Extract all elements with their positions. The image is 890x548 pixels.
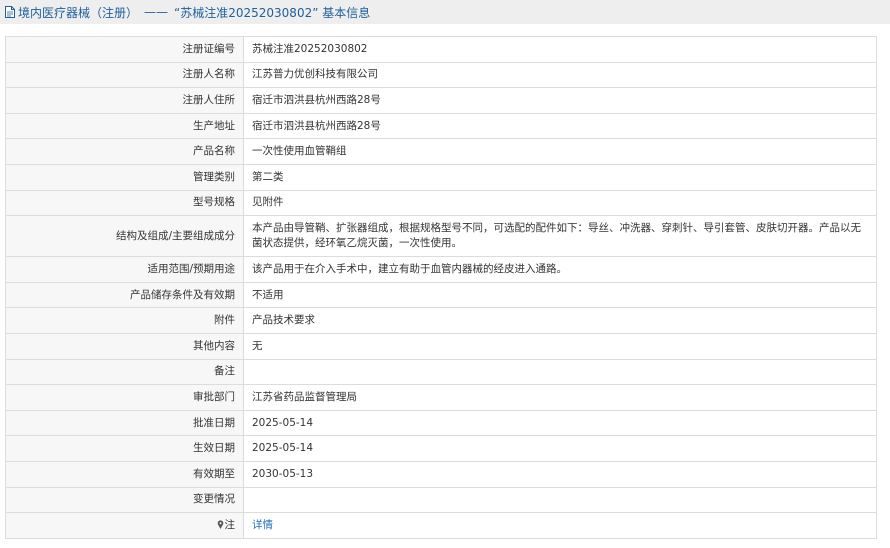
row-value: 产品技术要求 [243,307,877,334]
row-label: 变更情况 [5,486,244,514]
table-row: 备注 [5,358,877,386]
table-row: 注册人住所 宿迁市泗洪县杭州西路28号 [5,87,877,114]
row-label: 附件 [5,307,244,334]
row-value [243,358,877,386]
row-value: 江苏省药品监督管理局 [243,384,877,411]
table-row: 产品储存条件及有效期 不适用 [5,281,877,309]
row-label: 审批部门 [5,384,244,411]
table-row: 有效期至 2030-05-13 [5,460,877,488]
row-label: 有效期至 [5,460,244,488]
row-label: 注册证编号 [5,36,244,63]
table-row: 注 详情 [5,512,877,539]
row-label: 生产地址 [5,112,244,140]
document-icon [5,6,15,18]
details-link[interactable]: 详情 [252,519,273,531]
table-row: 审批部门 江苏省药品监督管理局 [5,384,877,411]
table-row: 生产地址 宿迁市泗洪县杭州西路28号 [5,112,877,140]
pin-icon [217,519,224,529]
table-row: 附件 产品技术要求 [5,307,877,334]
row-value: 2030-05-13 [243,460,877,488]
table-row: 其他内容 无 [5,332,877,360]
table-row: 批准日期 2025-05-14 [5,409,877,437]
row-value: 苏械注准20252030802 [243,36,877,63]
table-row: 型号规格 见附件 [5,189,877,217]
table-row: 注册人名称 江苏普力优创科技有限公司 [5,61,877,89]
row-label: 型号规格 [5,189,244,217]
row-value: 本产品由导管鞘、扩张器组成，根据规格型号不同，可选配的配件如下：导丝、冲洗器、穿… [243,215,877,258]
row-label: 管理类别 [5,163,244,191]
row-label: 产品储存条件及有效期 [5,281,244,309]
row-value: 无 [243,332,877,360]
table-row: 管理类别 第二类 [5,163,877,191]
table-row: 生效日期 2025-05-14 [5,435,877,462]
row-label: 批准日期 [5,409,244,437]
row-value: 第二类 [243,163,877,191]
row-value: 一次性使用血管鞘组 [243,138,877,165]
row-label: 结构及组成/主要组成成分 [5,215,244,258]
header-category: 境内医疗器械（注册） [18,5,139,20]
row-value [243,486,877,514]
row-label: 备注 [5,358,244,386]
row-label: 生效日期 [5,435,244,462]
page-header: 境内医疗器械（注册） —— “苏械注准20252030802” 基本信息 [0,0,890,24]
table-row: 结构及组成/主要组成成分 本产品由导管鞘、扩张器组成，根据规格型号不同，可选配的… [5,215,877,258]
row-value: 江苏普力优创科技有限公司 [243,61,877,89]
table-row: 注册证编号 苏械注准20252030802 [5,36,877,63]
row-value: 2025-05-14 [243,435,877,462]
row-label: 注册人名称 [5,61,244,89]
row-value: 该产品用于在介入手术中，建立有助于血管内器械的经皮进入通路。 [243,256,877,283]
row-value: 宿迁市泗洪县杭州西路28号 [243,87,877,114]
header-separator: —— [144,5,169,19]
row-value: 不适用 [243,281,877,309]
info-table: 注册证编号 苏械注准20252030802 注册人名称 江苏普力优创科技有限公司… [5,36,877,539]
row-value: 见附件 [243,189,877,217]
row-value: 2025-05-14 [243,409,877,437]
row-label: 注册人住所 [5,87,244,114]
table-row: 变更情况 [5,486,877,514]
note-label: 注 [224,518,236,531]
note-label-cell: 注 [5,512,244,539]
row-label: 其他内容 [5,332,244,360]
row-value: 宿迁市泗洪县杭州西路28号 [243,112,877,140]
details-link-cell: 详情 [243,512,877,539]
table-row: 适用范围/预期用途 该产品用于在介入手术中，建立有助于血管内器械的经皮进入通路。 [5,256,877,283]
row-label: 适用范围/预期用途 [5,256,244,283]
table-row: 产品名称 一次性使用血管鞘组 [5,138,877,165]
row-label: 产品名称 [5,138,244,165]
header-title: “苏械注准20252030802” 基本信息 [174,5,371,20]
